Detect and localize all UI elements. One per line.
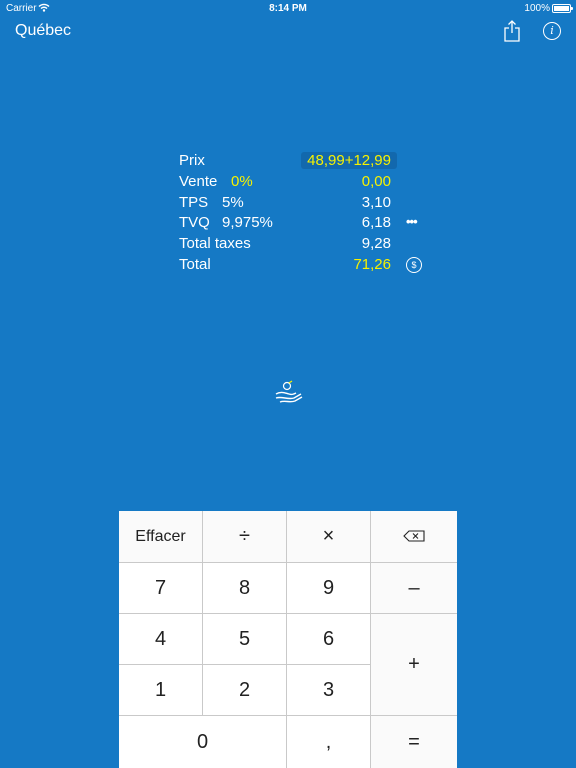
keypad: Effacer ÷ × 7 8 9 – 4 5 6 + 1 2 3 0 , = <box>119 511 457 768</box>
total-taxes-value: 9,28 <box>361 235 391 252</box>
key-0[interactable]: 0 <box>119 716 286 768</box>
total-taxes-row: Total taxes 9,28 <box>179 235 439 255</box>
qst-row: TVQ 9,975% 6,18 ••• <box>179 214 439 234</box>
total-taxes-label: Total taxes <box>179 235 251 252</box>
status-bar: Carrier 8:14 PM 100% <box>0 0 576 16</box>
key-5[interactable]: 5 <box>203 614 286 664</box>
battery-icon <box>552 4 573 13</box>
info-icon[interactable]: i <box>543 22 561 40</box>
key-7[interactable]: 7 <box>119 563 202 613</box>
sale-rate[interactable]: 0% <box>231 173 253 190</box>
sale-value[interactable]: 0,00 <box>362 173 391 190</box>
dollar-icon[interactable]: $ <box>406 257 422 273</box>
minus-key[interactable]: – <box>371 563 457 613</box>
price-input[interactable]: 48,99+12,99 <box>301 152 397 169</box>
total-row: Total 71,26 $ <box>179 256 439 276</box>
key-3[interactable]: 3 <box>287 665 370 715</box>
ellipsis-icon[interactable]: ••• <box>406 214 418 229</box>
sale-row: Vente 0% 0,00 <box>179 173 439 193</box>
price-label: Prix <box>179 152 205 169</box>
price-value[interactable]: 48,99+12,99 <box>301 152 397 169</box>
key-2[interactable]: 2 <box>203 665 286 715</box>
sale-label: Vente <box>179 173 218 190</box>
multiply-key[interactable]: × <box>287 511 370 562</box>
price-row: Prix 48,99+12,99 <box>179 152 439 172</box>
key-9[interactable]: 9 <box>287 563 370 613</box>
clear-key[interactable]: Effacer <box>119 511 202 562</box>
key-8[interactable]: 8 <box>203 563 286 613</box>
backspace-icon <box>403 525 425 548</box>
backspace-key[interactable] <box>371 511 457 562</box>
gst-value: 3,10 <box>361 194 391 211</box>
qst-rate: 9,975% <box>222 214 273 231</box>
plus-key[interactable]: + <box>371 614 457 715</box>
total-value[interactable]: 71,26 <box>353 256 391 273</box>
gst-label: TPS <box>179 194 209 211</box>
key-1[interactable]: 1 <box>119 665 202 715</box>
gst-rate: 5% <box>222 194 244 211</box>
equals-key[interactable]: = <box>371 716 457 768</box>
tip-hand-icon[interactable] <box>274 380 304 406</box>
qst-label: TVQ <box>179 214 210 231</box>
share-icon[interactable] <box>503 20 521 42</box>
key-4[interactable]: 4 <box>119 614 202 664</box>
app-screen: Carrier 8:14 PM 100% Québec i Prix 48,99… <box>0 0 576 768</box>
qst-value: 6,18 <box>361 214 391 231</box>
gst-row: TPS 5% 3,10 <box>179 194 439 214</box>
total-label: Total <box>179 256 211 273</box>
clock: 8:14 PM <box>269 3 307 14</box>
comma-key[interactable]: , <box>287 716 370 768</box>
province-title[interactable]: Québec <box>15 22 71 40</box>
battery-percentage: 100% <box>524 3 550 14</box>
divide-key[interactable]: ÷ <box>203 511 286 562</box>
key-6[interactable]: 6 <box>287 614 370 664</box>
